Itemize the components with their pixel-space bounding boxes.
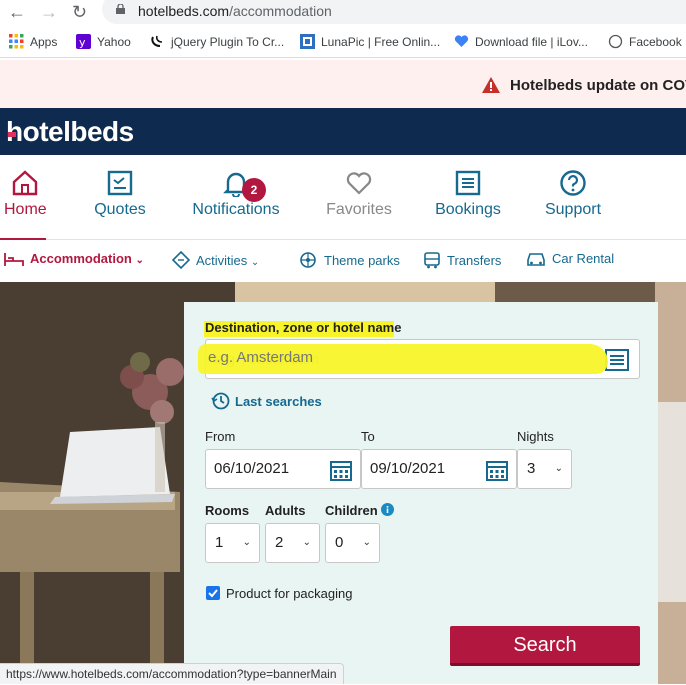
covid-update-text: Hotelbeds update on COV: [510, 77, 686, 94]
notification-badge: 2: [242, 178, 266, 202]
heart-icon: [454, 35, 469, 47]
main-nav: Home Quotes Notifications Favorites Book…: [0, 155, 686, 241]
from-label: From: [205, 429, 236, 444]
adults-select[interactable]: 2 ⌄: [265, 523, 320, 563]
from-date-input[interactable]: 06/10/2021: [205, 449, 361, 489]
history-clock-icon: [211, 392, 230, 410]
search-button[interactable]: Search: [450, 626, 640, 666]
back-icon[interactable]: ←: [8, 2, 26, 23]
bookmark-apps[interactable]: Apps: [9, 34, 57, 49]
bus-icon: [424, 252, 440, 269]
car-icon: [527, 253, 545, 266]
url-text: hotelbeds.com/accommodation: [138, 3, 332, 19]
subnav-activities[interactable]: Activities ⌄: [171, 250, 259, 270]
packaging-option[interactable]: Product for packaging: [206, 585, 352, 603]
reload-icon[interactable]: ↻: [72, 2, 87, 23]
ferris-wheel-icon: [300, 252, 316, 268]
covid-update-banner[interactable]: Hotelbeds update on COV: [0, 60, 686, 108]
product-sub-nav: Accommodation ⌄ Activities ⌄ Theme parks…: [0, 240, 686, 282]
apps-grid-icon: [9, 34, 24, 49]
last-searches-link[interactable]: Last searches: [211, 391, 322, 411]
globe-icon: [608, 34, 623, 49]
quotes-icon: [107, 170, 133, 196]
browser-toolbar: ← → ↻ hotelbeds.com/accommodation: [0, 0, 686, 26]
bookmark-lunapic[interactable]: LunaPic | Free Onlin...: [300, 34, 440, 49]
yahoo-icon: y: [76, 34, 91, 49]
nav-support[interactable]: Support: [542, 169, 604, 219]
question-circle-icon: [560, 170, 586, 196]
destination-placeholder-overlay: e.g. Amsterdam: [208, 349, 314, 366]
ticket-icon: [171, 250, 191, 270]
to-date-input[interactable]: 09/10/2021: [361, 449, 517, 489]
nav-bookings[interactable]: Bookings: [433, 169, 503, 219]
bookmark-ilovepdf[interactable]: Download file | iLov...: [454, 34, 588, 49]
subnav-car-rental[interactable]: Car Rental: [526, 251, 614, 267]
nav-quotes[interactable]: Quotes: [90, 169, 150, 219]
bookmarks-bar: Apps y Yahoo jQuery Plugin To Cr... LunaP…: [0, 26, 686, 58]
address-bar[interactable]: hotelbeds.com/accommodation: [102, 0, 686, 24]
warning-icon: [482, 77, 500, 93]
subnav-transfers[interactable]: Transfers: [423, 251, 501, 269]
nav-favorites[interactable]: Favorites: [326, 169, 392, 219]
rooms-select[interactable]: 1 ⌄: [205, 523, 260, 563]
chevron-down-icon: ⌄: [362, 537, 371, 548]
nights-label: Nights: [517, 429, 554, 444]
svg-text:y: y: [79, 36, 86, 49]
chevron-down-icon: ⌄: [242, 537, 251, 548]
hotel-list-icon[interactable]: [605, 349, 629, 371]
lock-icon: [116, 4, 125, 14]
bookmark-facebook[interactable]: Facebook: [608, 34, 682, 49]
subnav-accommodation[interactable]: Accommodation ⌄: [4, 251, 144, 267]
nav-notifications[interactable]: Notifications: [190, 169, 282, 219]
subnav-theme-parks[interactable]: Theme parks: [298, 251, 400, 269]
destination-label: Destination, zone or hotel name: [205, 320, 402, 335]
bed-icon: [4, 253, 24, 266]
lunapic-icon: [300, 34, 315, 49]
to-label: To: [361, 429, 375, 444]
chevron-down-icon: ⌄: [554, 463, 563, 474]
children-select[interactable]: 0 ⌄: [325, 523, 380, 563]
rooms-label: Rooms: [205, 503, 250, 518]
bookmark-jquery[interactable]: jQuery Plugin To Cr...: [150, 34, 284, 49]
info-icon[interactable]: [381, 503, 395, 516]
site-header: hotelbeds: [0, 108, 686, 155]
hotelbeds-logo[interactable]: hotelbeds: [6, 116, 134, 148]
bookings-list-icon: [455, 170, 481, 196]
jquery-swirl-icon: [151, 35, 163, 47]
bookmark-yahoo[interactable]: y Yahoo: [76, 34, 131, 49]
chevron-down-icon: ⌄: [302, 537, 311, 548]
calendar-icon[interactable]: [486, 459, 508, 481]
nights-select[interactable]: 3 ⌄: [517, 449, 572, 489]
status-bar-url: https://www.hotelbeds.com/accommodation?…: [0, 663, 344, 684]
checkbox-checked[interactable]: [206, 586, 220, 600]
heart-outline-icon: [346, 172, 372, 195]
forward-icon[interactable]: →: [40, 2, 58, 23]
nav-home[interactable]: Home: [4, 169, 47, 219]
home-icon: [12, 170, 38, 196]
adults-label: Adults: [265, 503, 306, 518]
children-label: Children: [325, 503, 395, 518]
calendar-icon[interactable]: [330, 459, 352, 481]
